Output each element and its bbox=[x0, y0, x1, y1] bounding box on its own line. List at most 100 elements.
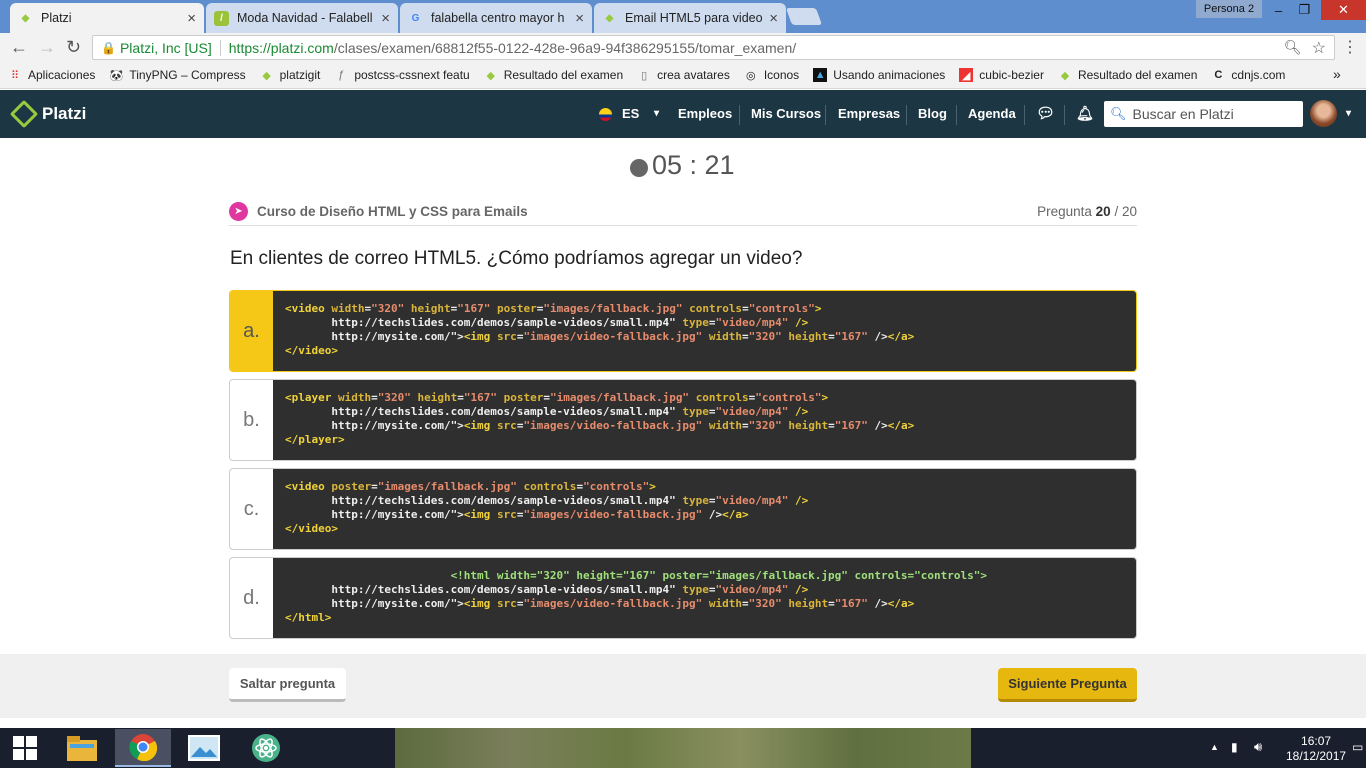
option-code: <video poster="images/fallback.jpg" cont… bbox=[273, 469, 1136, 549]
chat-icon[interactable]: 💬︎ bbox=[1036, 104, 1055, 122]
bookmark-platzigit[interactable]: ◆ platzigit bbox=[260, 68, 320, 82]
url-host: https://platzi.com bbox=[228, 39, 334, 56]
stopwatch-icon bbox=[630, 158, 648, 177]
platzi-favicon: ◆ bbox=[21, 12, 30, 24]
bookmark-animaciones[interactable]: ▲ Usando animaciones bbox=[813, 68, 945, 82]
bookmark-iconos[interactable]: ◎ Iconos bbox=[744, 68, 799, 82]
bookmark-cubic-bezier[interactable]: ◢ cubic-bezier bbox=[959, 68, 1044, 82]
close-tab-icon[interactable]: × bbox=[769, 10, 778, 27]
next-question-button[interactable]: Siguiente Pregunta bbox=[998, 668, 1137, 702]
nav-blog[interactable]: Blog bbox=[918, 106, 947, 121]
browser-titlebar: ◆ Platzi × / Moda Navidad - Falabell × G… bbox=[0, 0, 1366, 33]
tab-title: Moda Navidad - Falabell bbox=[237, 11, 373, 25]
zoom-icon[interactable]: 🔍︎ bbox=[1284, 39, 1302, 56]
bookmark-resultado-2[interactable]: ◆ Resultado del examen bbox=[1058, 68, 1198, 82]
nav-empresas[interactable]: Empresas bbox=[838, 106, 900, 121]
url-input[interactable]: 🔒 Platzi, Inc [US] https://platzi.com /c… bbox=[92, 35, 1335, 60]
chrome-icon[interactable] bbox=[115, 729, 171, 767]
close-tab-icon[interactable]: × bbox=[381, 10, 390, 27]
taskbar-clock[interactable]: 16:07 18/12/2017 bbox=[1286, 734, 1346, 764]
platzi-favicon: ◆ bbox=[262, 69, 271, 82]
platzi-favicon: ◆ bbox=[605, 12, 614, 24]
url-path: /clases/examen/68812f55-0122-428e-96a9-9… bbox=[333, 39, 797, 56]
nav-empleos[interactable]: Empleos bbox=[678, 106, 732, 121]
answer-option-d[interactable]: d. <!html width="320" height="167" poste… bbox=[229, 557, 1137, 639]
clock-time: 16:07 bbox=[1301, 734, 1332, 748]
binoculars-icon: ◎ bbox=[746, 69, 756, 82]
answer-option-c[interactable]: c. <video poster="images/fallback.jpg" c… bbox=[229, 468, 1137, 550]
tab-email-html5[interactable]: ◆ Email HTML5 para video × bbox=[594, 3, 786, 33]
close-window-button[interactable]: ✕ bbox=[1321, 0, 1366, 20]
divider bbox=[956, 105, 957, 125]
mdn-icon: ▲ bbox=[813, 68, 828, 82]
windows-start-icon[interactable] bbox=[0, 729, 50, 767]
tray-chevron-up-icon[interactable]: ▲ bbox=[1210, 742, 1219, 752]
forward-icon[interactable]: → bbox=[38, 37, 56, 58]
photos-icon[interactable] bbox=[176, 729, 232, 767]
chevron-down-icon[interactable]: ▾ bbox=[1346, 108, 1351, 119]
bookmark-cdnjs[interactable]: Ccdnjs.com bbox=[1211, 68, 1285, 82]
option-letter: d. bbox=[243, 586, 260, 609]
skip-question-button[interactable]: Saltar pregunta bbox=[229, 668, 346, 702]
search-placeholder: Buscar en Platzi bbox=[1132, 106, 1234, 122]
star-icon[interactable]: ☆ bbox=[1312, 38, 1326, 58]
back-icon[interactable]: ← bbox=[10, 37, 28, 58]
profile-button[interactable]: Persona 2 bbox=[1196, 0, 1262, 18]
notification-center-icon[interactable]: ▭ bbox=[1352, 740, 1363, 754]
option-code: <video width="320" height="167" poster="… bbox=[273, 291, 1136, 371]
timer-value: 05 : 21 bbox=[652, 150, 735, 180]
search-icon: 🔍︎ bbox=[1110, 106, 1127, 121]
bookmarks-bar: ⠿ Aplicaciones 🐼 TinyPNG – Compress ◆ platz… bbox=[0, 62, 1366, 89]
question-counter: Pregunta 20 / 20 bbox=[1037, 204, 1137, 219]
answer-option-a[interactable]: a. <video width="320" height="167" poste… bbox=[229, 290, 1137, 372]
close-tab-icon[interactable]: × bbox=[575, 10, 584, 27]
option-letter: c. bbox=[243, 497, 260, 520]
new-tab-button[interactable] bbox=[785, 8, 823, 25]
bookmark-tinypng[interactable]: 🐼 TinyPNG – Compress bbox=[109, 68, 246, 82]
falabella-favicon: / bbox=[214, 10, 229, 26]
platzi-favicon: ◆ bbox=[486, 69, 495, 82]
battery-icon[interactable]: ▮ bbox=[1231, 740, 1238, 754]
answer-option-b[interactable]: b. <player width="320" height="167" post… bbox=[229, 379, 1137, 461]
divider bbox=[739, 105, 740, 125]
divider bbox=[1064, 105, 1065, 125]
lock-icon: 🔒 bbox=[101, 40, 116, 55]
chevron-down-icon[interactable]: ▾ bbox=[654, 108, 659, 119]
tab-google[interactable]: G falabella centro mayor h × bbox=[400, 3, 592, 33]
address-bar-row: ← → ↻ 🔒 Platzi, Inc [US] https://platzi.… bbox=[0, 33, 1366, 62]
search-input[interactable]: 🔍︎ Buscar en Platzi bbox=[1104, 101, 1303, 127]
bookmark-postcss[interactable]: ƒ postcss-cssnext featu bbox=[334, 68, 469, 82]
page-icon: ▯ bbox=[641, 69, 648, 82]
cubic-bezier-icon: ◢ bbox=[959, 68, 974, 82]
option-letter: a. bbox=[230, 291, 273, 371]
platzi-logo-icon bbox=[9, 99, 39, 129]
close-tab-icon[interactable]: × bbox=[187, 10, 196, 27]
option-letter: b. bbox=[243, 408, 260, 431]
platzi-logo[interactable]: Platzi bbox=[9, 99, 86, 129]
bookmarks-overflow-button[interactable]: » bbox=[1333, 66, 1341, 82]
reload-icon[interactable]: ↻ bbox=[66, 37, 81, 58]
volume-icon[interactable]: 🔊︎ bbox=[1254, 739, 1262, 755]
file-explorer-icon[interactable] bbox=[54, 729, 110, 767]
bookmark-crea-avatares[interactable]: ▯ crea avatares bbox=[637, 68, 730, 82]
menu-icon[interactable]: ⋮ bbox=[1342, 37, 1358, 57]
language-selector[interactable]: ES bbox=[622, 106, 639, 121]
divider bbox=[906, 105, 907, 125]
tab-falabella[interactable]: / Moda Navidad - Falabell × bbox=[206, 3, 398, 33]
cdnjs-icon: C bbox=[1214, 69, 1223, 81]
divider bbox=[219, 39, 221, 56]
avatar[interactable] bbox=[1310, 100, 1337, 127]
bookmark-resultado-1[interactable]: ◆ Resultado del examen bbox=[484, 68, 623, 82]
exam-footer bbox=[0, 654, 1366, 718]
google-favicon: G bbox=[411, 12, 420, 24]
bookmark-apps[interactable]: ⠿ Aplicaciones bbox=[8, 68, 95, 82]
colombia-flag-icon bbox=[599, 108, 612, 121]
course-bar: ➤ Curso de Diseño HTML y CSS para Emails… bbox=[229, 198, 1137, 226]
nav-mis-cursos[interactable]: Mis Cursos bbox=[751, 106, 821, 121]
atom-icon[interactable] bbox=[238, 729, 294, 767]
maximize-button[interactable]: ❐ bbox=[1288, 0, 1321, 20]
nav-agenda[interactable]: Agenda bbox=[968, 106, 1016, 121]
tab-platzi[interactable]: ◆ Platzi × bbox=[10, 3, 204, 33]
notifications-icon[interactable]: 🔔︎ bbox=[1076, 105, 1094, 122]
option-code: <player width="320" height="167" poster=… bbox=[273, 380, 1136, 460]
